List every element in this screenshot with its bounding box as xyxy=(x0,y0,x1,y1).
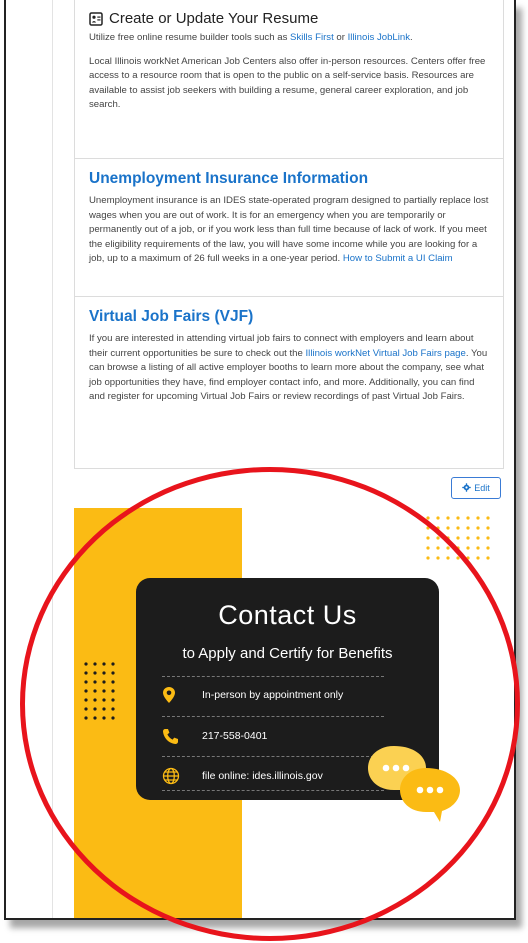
contact-subtitle: to Apply and Certify for Benefits xyxy=(182,645,393,662)
decorative-dots-bottom-left xyxy=(82,660,122,740)
contact-row-online: file online: ides.illinois.gov xyxy=(162,766,323,786)
unemployment-paragraph: Unemployment insurance is an IDES state-… xyxy=(89,194,489,267)
location-pin-icon xyxy=(162,685,190,705)
contact-us-graphic: Contact Us to Apply and Certify for Bene… xyxy=(74,508,504,918)
illinois-joblink-link[interactable]: Illinois JobLink xyxy=(348,32,410,43)
gear-icon xyxy=(462,482,471,494)
skills-first-link[interactable]: Skills First xyxy=(290,32,334,43)
decorative-dots-top-right xyxy=(424,514,494,574)
resume-p1-suffix: . xyxy=(410,32,413,43)
resume-paragraph-2: Local Illinois workNet American Job Cent… xyxy=(89,55,486,111)
contact-row-text: 217-558-0401 xyxy=(202,730,268,742)
globe-icon xyxy=(162,766,190,786)
resume-icon xyxy=(89,11,103,26)
column-divider xyxy=(52,0,53,918)
divider xyxy=(162,790,384,791)
submit-ui-claim-link[interactable]: How to Submit a UI Claim xyxy=(343,253,453,264)
chat-bubble-icon xyxy=(364,744,464,839)
divider xyxy=(162,756,384,757)
vjf-card: Virtual Job Fairs (VJF) If you are inter… xyxy=(74,297,504,469)
vjf-title: Virtual Job Fairs (VJF) xyxy=(89,308,254,325)
resume-paragraph-1: Utilize free online resume builder tools… xyxy=(89,31,489,46)
resume-card: Create or Update Your Resume Utilize fre… xyxy=(74,0,504,159)
unemployment-title: Unemployment Insurance Information xyxy=(89,170,369,187)
contact-row-text: file online: ides.illinois.gov xyxy=(202,770,323,782)
contact-title: Contact Us xyxy=(218,600,357,630)
unemployment-card: Unemployment Insurance Information Unemp… xyxy=(74,159,504,297)
resume-p1-prefix: Utilize free online resume builder tools… xyxy=(89,32,291,43)
contact-row-phone: 217-558-0401 xyxy=(162,726,267,746)
resume-heading: Create or Update Your Resume xyxy=(89,10,489,27)
divider xyxy=(162,716,384,717)
resume-title: Create or Update Your Resume xyxy=(109,10,319,27)
page-frame: Create or Update Your Resume Utilize fre… xyxy=(4,0,516,920)
edit-label: Edit xyxy=(474,483,490,493)
phone-icon xyxy=(162,726,190,746)
resume-p1-or: or xyxy=(333,32,348,43)
contact-row-text: In-person by appointment only xyxy=(202,689,344,701)
vjf-page-link[interactable]: Illinois workNet Virtual Job Fairs page xyxy=(306,348,466,359)
contact-row-in-person: In-person by appointment only xyxy=(162,685,343,705)
vjf-paragraph: If you are interested in attending virtu… xyxy=(89,332,489,405)
edit-button[interactable]: Edit xyxy=(451,477,501,499)
divider xyxy=(162,676,384,677)
